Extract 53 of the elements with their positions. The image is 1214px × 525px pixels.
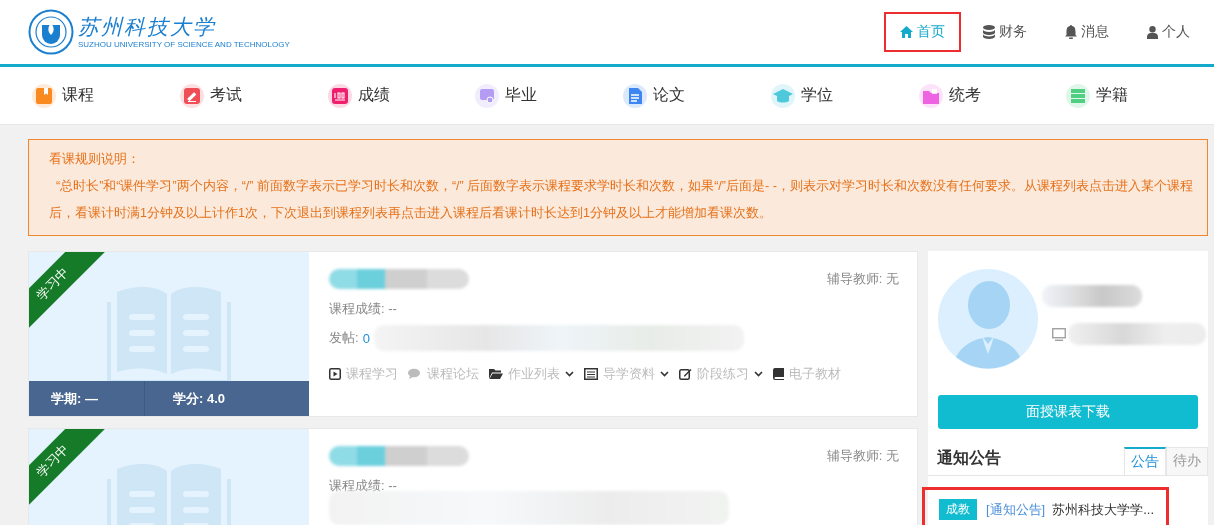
- module-link[interactable]: 课程: [32, 83, 180, 108]
- top-nav-link[interactable]: 财务: [967, 12, 1043, 52]
- module-link[interactable]: 学位: [770, 83, 919, 108]
- university-emblem-icon: [28, 9, 74, 55]
- home-icon: [900, 26, 913, 38]
- play-icon: [329, 368, 341, 380]
- term-label: 学期: —: [29, 381, 145, 416]
- announcement-title: 苏州科技大学学...: [1052, 500, 1155, 519]
- top-nav-link[interactable]: 消息: [1049, 12, 1125, 52]
- user-icon: [1147, 25, 1158, 39]
- score-label: 课程成绩: --: [329, 477, 398, 495]
- module-link[interactable]: 成绩: [327, 83, 476, 108]
- caret-icon: [754, 371, 763, 377]
- module-label: 课程: [62, 85, 94, 105]
- avatar-icon: [938, 269, 1038, 369]
- database-icon: [983, 25, 995, 39]
- score-label: 课程成绩: --: [329, 300, 398, 318]
- comments-icon: [408, 368, 422, 380]
- announcement-category: [通知公告]: [986, 500, 1046, 519]
- folder-icon: [489, 368, 503, 380]
- caret-icon: [660, 371, 669, 377]
- posts-count-link[interactable]: 0: [362, 330, 370, 346]
- module-link[interactable]: 考试: [179, 83, 328, 108]
- university-name-english: SUZHOU UNIVERSITY OF SCIENCE AND TECHNOLOGY: [78, 40, 290, 50]
- list-icon: [584, 368, 598, 380]
- announcement-item[interactable]: 成教 [通知公告] 苏州科技大学学...: [922, 487, 1170, 525]
- module-label: 学位: [800, 85, 833, 105]
- monitor-icon: [1052, 327, 1066, 341]
- module-link[interactable]: 统考: [918, 83, 1067, 108]
- tutor-label: 辅导教师: 无: [826, 447, 899, 465]
- module-label: 论文: [653, 85, 685, 105]
- book-icon: [773, 368, 784, 380]
- module-link[interactable]: 论文: [623, 83, 771, 108]
- announcement-tab[interactable]: 公告: [1124, 447, 1166, 475]
- university-name: 苏州科技大学: [78, 14, 217, 40]
- notice-text: “总时长”和“课件学习”两个内容，“/” 前面数字表示已学习时长和次数，“/” 后面数字表示课程要求学时长和次数，如果“/”后面是- -，则表示对学习时长和次数没有任何要求。从课程列表点击进入某个课程后，看课计时满1分钟及以上计作1次，下次退出到课程列表再点击进入课程后看课计时长达到1分钟及以上才能增加看课次数。: [49, 178, 1193, 222]
- tutor-label: 辅导教师: 无: [826, 270, 899, 288]
- bell-icon: [1065, 25, 1077, 39]
- module-link[interactable]: 毕业: [475, 83, 623, 108]
- category-tag: 成教: [939, 499, 977, 520]
- credit-label: 学分: 4.0: [172, 390, 226, 408]
- top-nav-link[interactable]: 个人: [1131, 12, 1206, 52]
- edit-icon: [679, 368, 692, 380]
- module-label: 成绩: [357, 85, 390, 105]
- module-link[interactable]: 学籍: [1066, 83, 1214, 108]
- notice-title: 看课规则说明：: [49, 151, 141, 168]
- posts-label: 发帖:: [329, 329, 359, 347]
- module-label: 统考: [948, 85, 981, 105]
- announcements-title: 通知公告: [937, 448, 1001, 468]
- module-label: 学籍: [1096, 85, 1129, 105]
- module-label: 毕业: [505, 85, 538, 105]
- caret-icon: [565, 371, 574, 377]
- module-label: 考试: [209, 85, 242, 105]
